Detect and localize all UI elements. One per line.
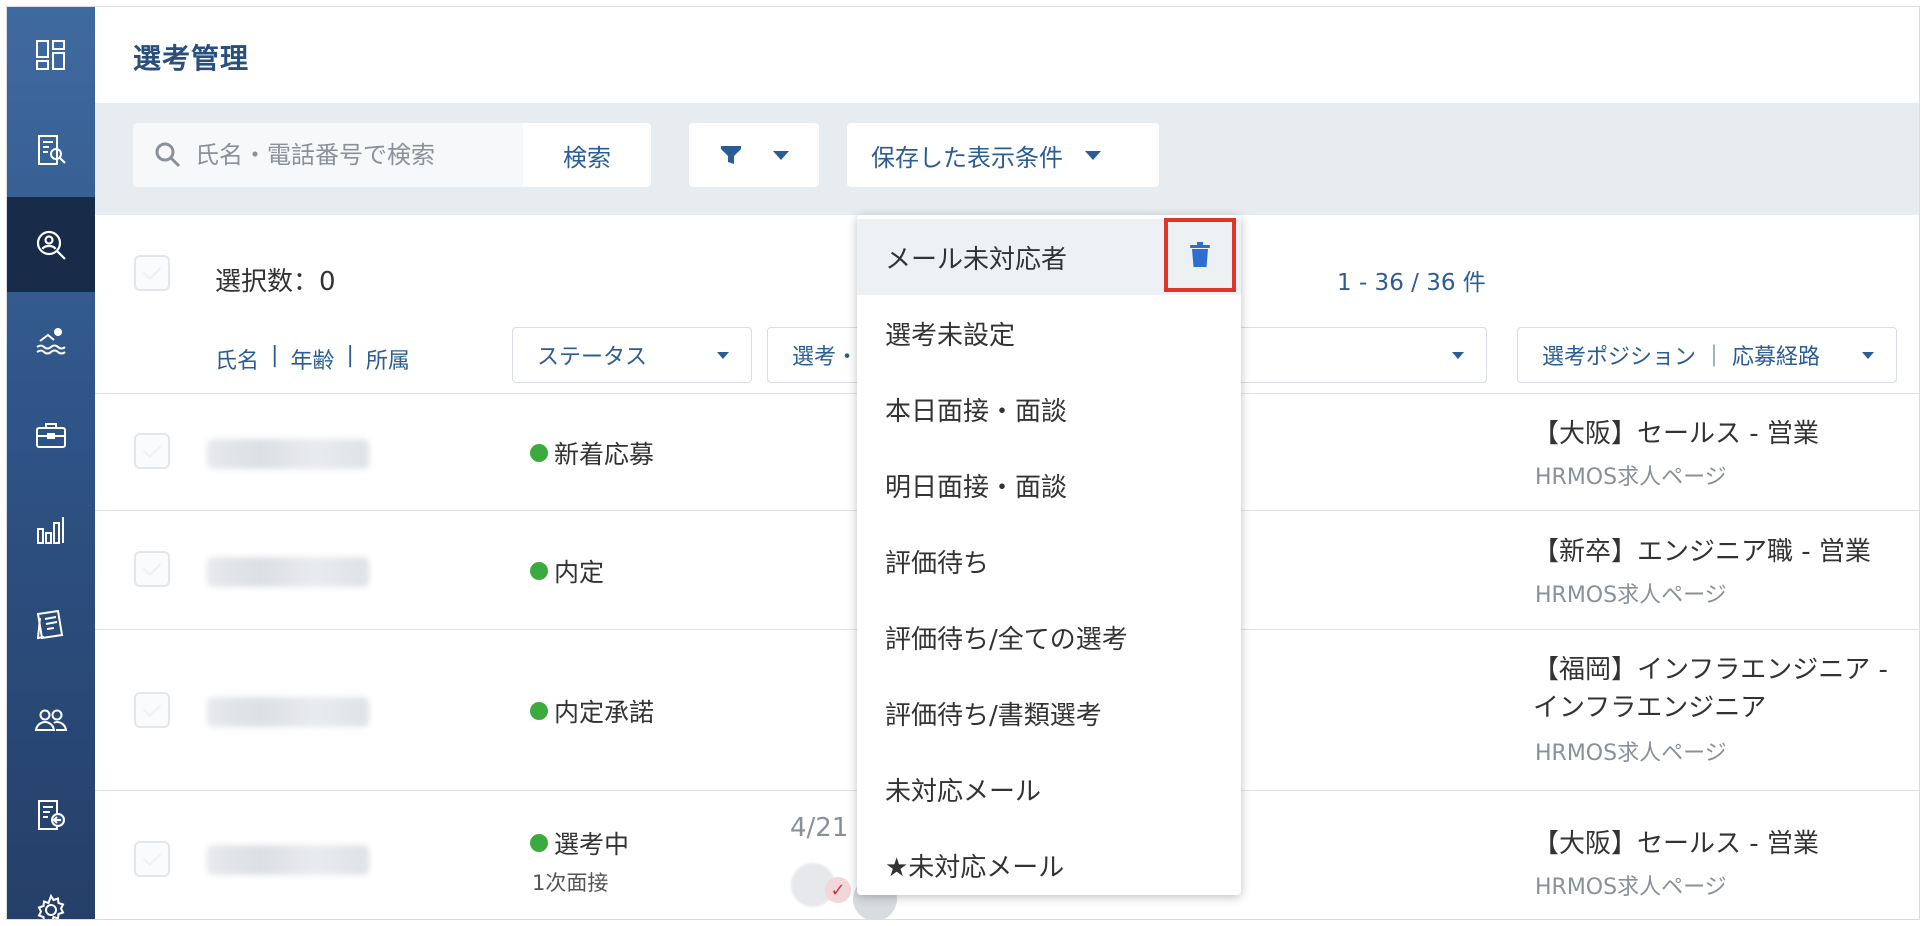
status-label: 選考中 bbox=[530, 825, 629, 861]
status-dot bbox=[530, 444, 548, 462]
chevron-down-icon bbox=[1862, 351, 1874, 359]
sub-status: 1次面接 bbox=[532, 871, 609, 895]
bar-chart-icon bbox=[37, 516, 64, 544]
status-dot bbox=[530, 834, 548, 852]
dropdown-item[interactable]: 明日面接・面談 bbox=[857, 447, 1241, 523]
sidebar-item-export[interactable] bbox=[7, 767, 95, 862]
sort-name-link[interactable]: 氏名 bbox=[215, 343, 259, 375]
saved-conditions-label: 保存した表示条件 bbox=[871, 143, 1063, 172]
selection-column-label: 選考・ bbox=[792, 345, 859, 370]
status-text: 内定 bbox=[554, 558, 605, 587]
sidebar-item-dashboard[interactable] bbox=[7, 7, 95, 102]
status-column-select[interactable]: ステータス bbox=[512, 327, 752, 383]
saved-conditions-dropdown: メール未対応者 選考未設定 本日面接・面談 明日面接・面談 評価待ち 評価待ち/… bbox=[857, 215, 1241, 895]
row-checkbox[interactable] bbox=[134, 692, 170, 728]
sort-affiliation-link[interactable]: 所属 bbox=[366, 343, 410, 375]
filter-button[interactable] bbox=[689, 123, 819, 187]
sidebar-item-jobs[interactable] bbox=[7, 387, 95, 482]
status-label: 内定承諾 bbox=[530, 693, 654, 729]
sidebar-item-forms[interactable] bbox=[7, 577, 95, 672]
status-dot bbox=[530, 562, 548, 580]
candidate-search-icon bbox=[36, 230, 66, 260]
documents-icon bbox=[36, 609, 64, 639]
chevron-down-icon bbox=[1085, 150, 1101, 160]
position-title: 【新卒】エンジニア職 - 営業 bbox=[1533, 537, 1871, 567]
briefcase-icon bbox=[36, 422, 66, 448]
chevron-down-icon bbox=[1452, 351, 1464, 359]
dropdown-item[interactable]: 評価待ち bbox=[857, 523, 1241, 599]
candidate-name-blurred bbox=[207, 697, 369, 727]
check-icon: ✓ bbox=[825, 877, 851, 903]
status-column-label: ステータス bbox=[537, 345, 648, 370]
dropdown-item[interactable]: 選考未設定 bbox=[857, 295, 1241, 371]
application-source: HRMOS求人ページ bbox=[1535, 741, 1727, 766]
dropdown-item[interactable]: 未対応メール bbox=[857, 751, 1241, 827]
sidebar-item-swim[interactable] bbox=[7, 292, 95, 387]
document-search-icon bbox=[38, 134, 66, 165]
status-label: 新着応募 bbox=[530, 435, 654, 471]
dropdown-item[interactable]: 評価待ち/書類選考 bbox=[857, 675, 1241, 751]
sidebar-item-members[interactable] bbox=[7, 672, 95, 767]
position-column-label: 選考ポジション ｜ 応募経路 bbox=[1542, 345, 1820, 370]
sidebar-item-candidate-search[interactable] bbox=[7, 197, 95, 292]
separator: | bbox=[271, 343, 279, 368]
document-export-icon bbox=[38, 799, 65, 830]
candidate-name-blurred bbox=[207, 439, 369, 469]
sidebar bbox=[7, 7, 95, 919]
position-title: 【大阪】セールス - 営業 bbox=[1533, 419, 1819, 449]
status-dot bbox=[530, 702, 548, 720]
toolbar: 検索 保存した表示条件 bbox=[95, 103, 1919, 215]
row-checkbox[interactable] bbox=[134, 551, 170, 587]
search-button[interactable]: 検索 bbox=[523, 123, 651, 187]
interview-date: 4/21 bbox=[790, 813, 849, 843]
delete-saved-condition-button[interactable] bbox=[1164, 218, 1236, 292]
search-input[interactable] bbox=[195, 141, 515, 169]
dropdown-item[interactable]: ★未対応メール bbox=[857, 827, 1241, 903]
select-all-checkbox[interactable] bbox=[134, 255, 170, 291]
sidebar-item-documents[interactable] bbox=[7, 102, 95, 197]
users-icon bbox=[34, 709, 68, 731]
trash-icon bbox=[1190, 242, 1210, 267]
position-title-line: インフラエンジニア bbox=[1533, 693, 1767, 723]
application-source: HRMOS求人ページ bbox=[1535, 583, 1727, 608]
application-source: HRMOS求人ページ bbox=[1535, 465, 1727, 490]
separator: | bbox=[346, 343, 354, 368]
swimmer-icon bbox=[36, 327, 66, 354]
dashboard-icon bbox=[36, 39, 65, 70]
status-text: 内定承諾 bbox=[554, 698, 655, 727]
selection-count: 選択数：0 bbox=[215, 267, 336, 297]
sidebar-item-reports[interactable] bbox=[7, 482, 95, 577]
candidate-name-blurred bbox=[207, 845, 369, 875]
position-title: 【大阪】セールス - 営業 bbox=[1533, 829, 1819, 859]
candidate-name-blurred bbox=[207, 557, 369, 587]
saved-conditions-button[interactable]: 保存した表示条件 bbox=[847, 123, 1159, 187]
row-checkbox[interactable] bbox=[134, 841, 170, 877]
app-window: 選考管理 検索 保存した表示条件 選択数：0 1 - 36 / 36 件 氏名 … bbox=[6, 6, 1920, 920]
chevron-down-icon bbox=[717, 351, 729, 359]
column-sort-links: 氏名 | 年齢 | 所属 bbox=[215, 343, 410, 375]
pagination-info: 1 - 36 / 36 件 bbox=[1337, 270, 1486, 296]
position-column-select[interactable]: 選考ポジション ｜ 応募経路 bbox=[1517, 327, 1897, 383]
filter-icon bbox=[721, 146, 741, 164]
search-box bbox=[133, 123, 523, 187]
status-text: 新着応募 bbox=[554, 440, 655, 469]
row-checkbox[interactable] bbox=[134, 433, 170, 469]
status-label: 内定 bbox=[530, 553, 604, 589]
status-text: 選考中 bbox=[554, 830, 630, 859]
chevron-down-icon bbox=[773, 150, 789, 160]
sidebar-item-settings[interactable] bbox=[7, 862, 95, 919]
position-title-line: 【福岡】インフラエンジニア - bbox=[1533, 655, 1888, 685]
position-title: 【福岡】インフラエンジニア - インフラエンジニア bbox=[1533, 651, 1888, 727]
dropdown-item[interactable]: 本日面接・面談 bbox=[857, 371, 1241, 447]
page-title: 選考管理 bbox=[133, 42, 250, 75]
sort-age-link[interactable]: 年齢 bbox=[290, 343, 334, 375]
dropdown-item[interactable]: 評価待ち/全ての選考 bbox=[857, 599, 1241, 675]
application-source: HRMOS求人ページ bbox=[1535, 875, 1727, 900]
search-icon bbox=[155, 142, 181, 168]
gear-icon bbox=[37, 893, 65, 919]
